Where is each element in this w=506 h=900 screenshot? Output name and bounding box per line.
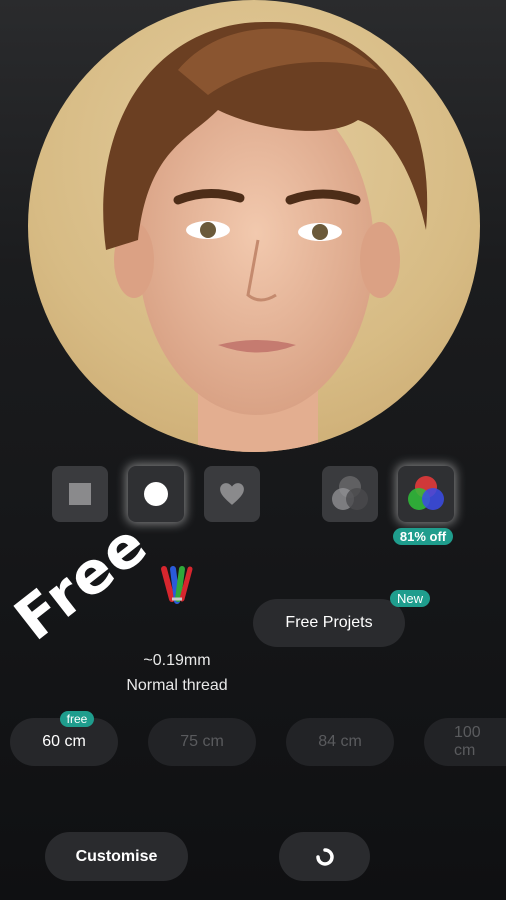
shape-heart-button[interactable] — [204, 466, 260, 522]
square-icon — [69, 483, 91, 505]
free-badge: free — [60, 711, 94, 727]
grayscale-circles-icon — [332, 476, 368, 510]
discount-badge: 81% off — [393, 528, 453, 545]
color-mode-button[interactable] — [398, 466, 454, 522]
portrait-preview — [28, 0, 480, 452]
portrait-image — [103, 21, 428, 452]
spinner-icon — [315, 847, 334, 866]
thread-type: Normal thread — [126, 677, 228, 694]
grayscale-mode-button[interactable] — [322, 466, 378, 522]
size-option-84[interactable]: 84 cm — [286, 718, 394, 766]
heart-icon — [220, 483, 244, 505]
shape-circle-button[interactable] — [128, 466, 184, 522]
circle-icon — [144, 482, 168, 506]
thread-spools-icon[interactable] — [160, 565, 194, 605]
rgb-circles-icon — [408, 476, 444, 510]
thread-size: ~0.19mm — [143, 652, 211, 669]
shape-square-button[interactable] — [52, 466, 108, 522]
free-projects-button[interactable]: Free Projets — [253, 599, 405, 647]
loading-button[interactable] — [279, 832, 370, 881]
size-option-100[interactable]: 100 cm — [424, 718, 506, 766]
free-stamp: Free — [2, 509, 160, 654]
new-badge: New — [390, 590, 430, 607]
customise-button[interactable]: Customise — [45, 832, 188, 881]
size-option-75[interactable]: 75 cm — [148, 718, 256, 766]
